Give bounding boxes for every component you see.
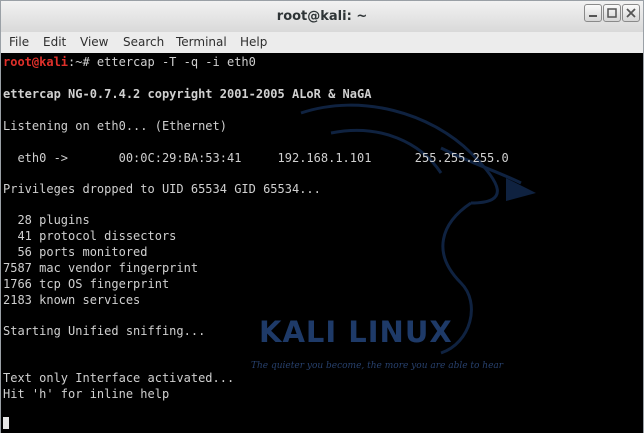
title-bar[interactable]: root@kali: ~ — [1, 1, 643, 33]
output-line-interface-activated: Text only Interface activated... — [3, 371, 235, 385]
output-line-plugins: 28 plugins — [3, 213, 90, 227]
output-line-dissectors: 41 protocol dissectors — [3, 229, 177, 243]
menu-search[interactable]: Search — [123, 35, 164, 49]
kali-logo-text: KALI LINUX — [259, 315, 453, 349]
terminal-window: root@kali: ~ File Edit View Search Termi… — [0, 0, 644, 433]
kali-tagline: The quieter you become, the more you are… — [251, 361, 504, 371]
output-line-privileges: Privileges dropped to UID 65534 GID 6553… — [3, 182, 321, 196]
minimize-button[interactable] — [584, 4, 602, 22]
menu-edit[interactable]: Edit — [43, 35, 66, 49]
output-line-mac: 7587 mac vendor fingerprint — [3, 261, 199, 275]
output-line-help: Hit 'h' for inline help — [3, 387, 170, 401]
output-line-banner: ettercap NG-0.7.4.2 copyright 2001-2005 … — [3, 87, 372, 101]
output-line-listening: Listening on eth0... (Ethernet) — [3, 119, 227, 133]
terminal-cursor — [3, 417, 9, 429]
close-icon — [626, 8, 636, 18]
menu-help[interactable]: Help — [240, 35, 267, 49]
menu-terminal[interactable]: Terminal — [176, 35, 227, 49]
prompt-user: root@kali — [3, 55, 69, 69]
prompt-command: :~# ettercap -T -q -i eth0 — [68, 55, 256, 69]
terminal-output[interactable]: KALI LINUX The quieter you become, the m… — [1, 53, 643, 433]
maximize-button[interactable] — [603, 4, 621, 22]
maximize-icon — [607, 8, 617, 18]
menu-view[interactable]: View — [80, 35, 108, 49]
output-line-sniffing: Starting Unified sniffing... — [3, 324, 206, 338]
menu-bar: File Edit View Search Terminal Help — [1, 32, 643, 53]
close-button[interactable] — [622, 4, 640, 22]
output-line-ports: 56 ports monitored — [3, 245, 148, 259]
window-title: root@kali: ~ — [276, 9, 368, 24]
menu-file[interactable]: File — [9, 35, 29, 49]
output-line-tcp: 1766 tcp OS fingerprint — [3, 277, 170, 291]
prompt-line: root@kali:~# ettercap -T -q -i eth0 — [3, 55, 256, 69]
output-line-services: 2183 known services — [3, 293, 141, 307]
output-line-interface: eth0 -> 00:0C:29:BA:53:41 192.168.1.101 … — [3, 151, 509, 165]
minimize-icon — [589, 15, 597, 17]
